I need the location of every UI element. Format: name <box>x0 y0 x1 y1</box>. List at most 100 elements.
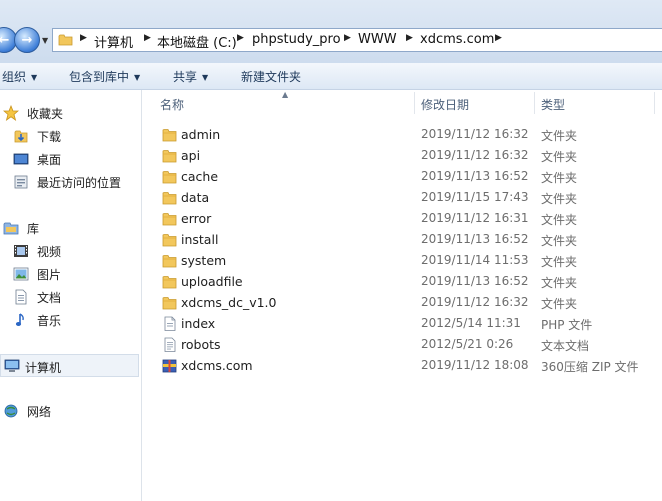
file-date-modified: 2019/11/13 16:52 <box>421 169 529 183</box>
address-bar-area: ← → ▼ ▶ 计算机 ▶ 本地磁盘 (C:) ▶ phpstudy_pro ▶… <box>0 0 662 64</box>
file-name: uploadfile <box>181 274 243 289</box>
file-type: 文件夹 <box>541 129 578 143</box>
share-button[interactable]: 共享 ▼ <box>173 68 208 85</box>
folder-icon <box>162 297 177 310</box>
navigation-pane: 收藏夹 下载 桌面 最近访问的位置 库 视频 图片 文档 音乐 计算机 网络 <box>0 90 142 501</box>
file-row[interactable]: api 2019/11/12 16:32 文件夹 <box>142 145 662 166</box>
folder-icon <box>162 255 177 268</box>
chevron-right-icon[interactable]: ▶ <box>237 33 244 43</box>
folder-icon <box>58 34 73 46</box>
file-name: admin <box>181 127 221 142</box>
file-date-modified: 2019/11/14 11:53 <box>421 253 529 267</box>
file-date-modified: 2019/11/12 18:08 <box>421 358 529 372</box>
file-row[interactable]: uploadfile 2019/11/13 16:52 文件夹 <box>142 271 662 292</box>
nav-label: 网络 <box>27 405 52 419</box>
php-file-icon <box>164 316 176 331</box>
folder-icon <box>162 192 177 205</box>
dropdown-arrow-icon: ▼ <box>134 73 141 82</box>
file-row[interactable]: robots 2012/5/21 0:26 文本文档 <box>142 334 662 355</box>
file-row[interactable]: data 2019/11/15 17:43 文件夹 <box>142 187 662 208</box>
column-header-type[interactable]: 类型 <box>541 96 565 113</box>
dropdown-arrow-icon: ▼ <box>202 73 209 82</box>
file-date-modified: 2019/11/13 16:52 <box>421 232 529 246</box>
file-name: xdcms_dc_v1.0 <box>181 295 277 310</box>
file-type: 文件夹 <box>541 171 578 185</box>
nav-label: 下载 <box>37 130 62 144</box>
organize-button[interactable]: 组织 ▼ <box>2 68 37 85</box>
file-name: install <box>181 232 219 247</box>
file-list-pane: ▲ 名称 修改日期 类型 admin 2019/11/12 16:32 文件夹 api… <box>142 90 662 501</box>
downloads-folder-icon <box>14 130 28 143</box>
dropdown-arrow-icon: ▼ <box>31 73 38 82</box>
nav-label: 库 <box>27 222 40 236</box>
file-row[interactable]: admin 2019/11/12 16:32 文件夹 <box>142 124 662 145</box>
file-type: 文件夹 <box>541 234 578 248</box>
sort-ascending-icon: ▲ <box>282 90 289 99</box>
folder-icon <box>162 129 177 142</box>
computer-icon <box>4 359 20 372</box>
text-file-icon <box>164 337 176 352</box>
breadcrumb-www[interactable]: WWW <box>358 32 397 47</box>
chevron-right-icon[interactable]: ▶ <box>406 33 413 43</box>
file-type: 文件夹 <box>541 255 578 269</box>
share-label: 共享 <box>173 70 198 84</box>
chevron-right-icon[interactable]: ▶ <box>144 33 151 43</box>
folder-icon <box>162 150 177 163</box>
chevron-right-icon[interactable]: ▶ <box>80 33 87 43</box>
music-note-icon <box>15 313 24 326</box>
file-type: 360压缩 ZIP 文件 <box>541 360 639 374</box>
folder-icon <box>162 234 177 247</box>
column-divider[interactable] <box>534 92 535 114</box>
documents-icon <box>15 289 27 305</box>
zip-archive-icon <box>162 359 177 373</box>
chevron-right-icon[interactable]: ▶ <box>344 33 351 43</box>
arrow-right-icon: → <box>21 32 33 48</box>
file-name: xdcms.com <box>181 358 253 373</box>
nav-label: 文档 <box>37 291 62 305</box>
file-date-modified: 2012/5/14 11:31 <box>421 316 521 330</box>
breadcrumb-xdcms[interactable]: xdcms.com <box>420 32 494 47</box>
file-name: data <box>181 190 210 205</box>
forward-button[interactable]: → <box>14 27 40 53</box>
nav-label: 最近访问的位置 <box>37 176 122 190</box>
nav-item-computer[interactable]: 计算机 <box>0 354 139 377</box>
nav-label: 视频 <box>37 245 62 259</box>
column-header-name[interactable]: 名称 <box>160 96 184 113</box>
column-header-date-modified[interactable]: 修改日期 <box>421 96 469 113</box>
column-divider[interactable] <box>414 92 415 114</box>
file-type: 文件夹 <box>541 297 578 311</box>
file-name: robots <box>181 337 221 352</box>
file-row[interactable]: xdcms_dc_v1.0 2019/11/12 16:32 文件夹 <box>142 292 662 313</box>
file-date-modified: 2012/5/21 0:26 <box>421 337 514 351</box>
file-row[interactable]: xdcms.com 2019/11/12 18:08 360压缩 ZIP 文件 <box>142 355 662 376</box>
file-name: system <box>181 253 227 268</box>
breadcrumb-local-disk[interactable]: 本地磁盘 (C:) <box>157 32 237 51</box>
include-in-library-button[interactable]: 包含到库中 ▼ <box>69 68 140 85</box>
video-icon <box>14 245 28 257</box>
nav-label: 音乐 <box>37 314 62 328</box>
nav-label: 收藏夹 <box>27 107 64 121</box>
file-name: api <box>181 148 201 163</box>
network-icon <box>4 404 18 418</box>
file-row[interactable]: cache 2019/11/13 16:52 文件夹 <box>142 166 662 187</box>
recent-places-icon <box>14 175 28 189</box>
address-input[interactable]: ▶ 计算机 ▶ 本地磁盘 (C:) ▶ phpstudy_pro ▶ WWW ▶… <box>52 28 662 52</box>
file-row[interactable]: error 2019/11/12 16:31 文件夹 <box>142 208 662 229</box>
folder-icon <box>162 171 177 184</box>
chevron-right-icon[interactable]: ▶ <box>495 33 502 43</box>
file-type: 文件夹 <box>541 276 578 290</box>
file-date-modified: 2019/11/13 16:52 <box>421 274 529 288</box>
file-type: 文件夹 <box>541 192 578 206</box>
file-row[interactable]: system 2019/11/14 11:53 文件夹 <box>142 250 662 271</box>
file-row[interactable]: index 2012/5/14 11:31 PHP 文件 <box>142 313 662 334</box>
breadcrumb-computer[interactable]: 计算机 <box>94 32 133 51</box>
file-date-modified: 2019/11/15 17:43 <box>421 190 529 204</box>
new-folder-button[interactable]: 新建文件夹 <box>241 68 301 85</box>
include-in-library-label: 包含到库中 <box>69 70 130 84</box>
column-divider[interactable] <box>654 92 655 114</box>
file-date-modified: 2019/11/12 16:32 <box>421 148 529 162</box>
breadcrumb-phpstudy-pro[interactable]: phpstudy_pro <box>252 32 341 47</box>
recent-pages-dropdown-icon[interactable]: ▼ <box>42 36 48 45</box>
file-row[interactable]: install 2019/11/13 16:52 文件夹 <box>142 229 662 250</box>
file-name: cache <box>181 169 219 184</box>
